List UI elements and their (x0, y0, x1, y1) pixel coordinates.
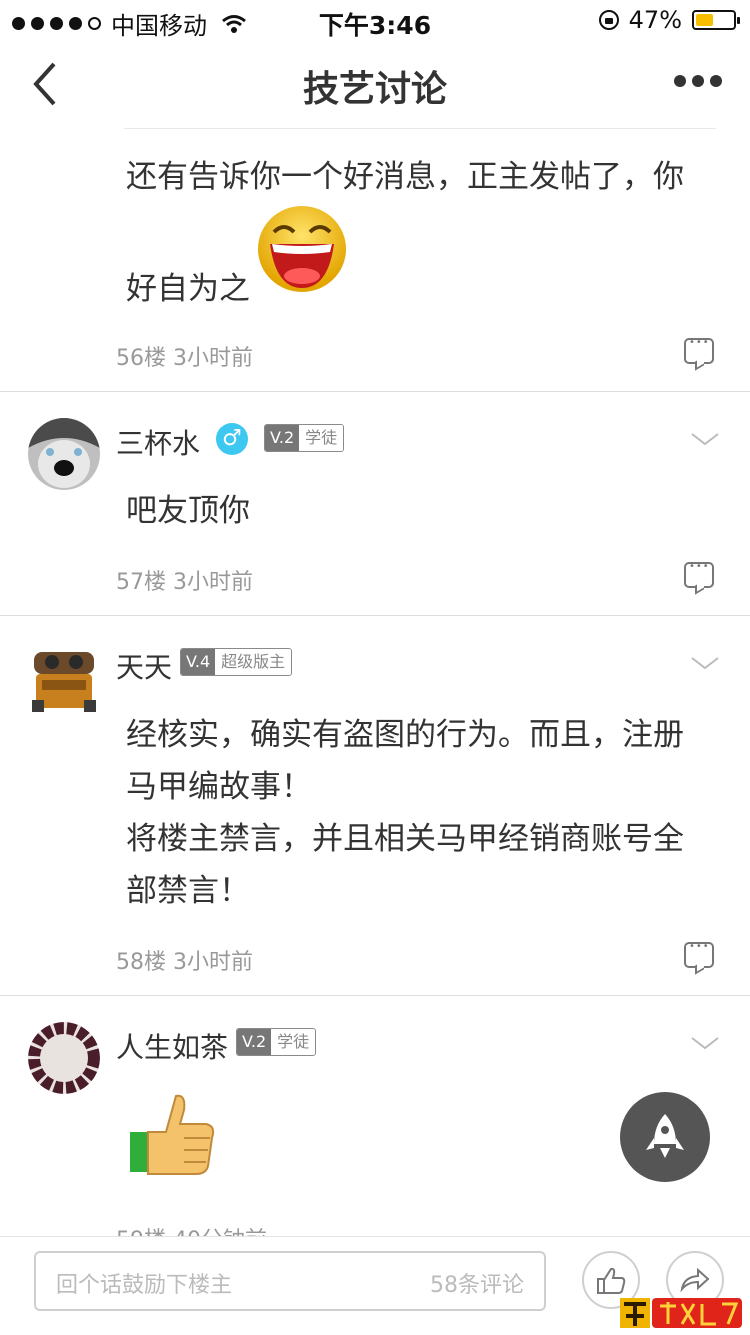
level-badge: V.4 超级版主 (180, 648, 293, 676)
comment-count[interactable]: 58条评论 (430, 1267, 524, 1299)
status-right: 47% (598, 6, 740, 34)
post-meta: 59楼 40分钟前 (116, 1222, 267, 1236)
more-dot (710, 75, 722, 87)
more-dot (674, 75, 686, 87)
level-label: V.2 (237, 1029, 272, 1055)
back-to-top-button[interactable] (620, 1092, 710, 1182)
status-bar: 中国移动 下午3:46 47% (0, 0, 750, 40)
level-badge: V.2 学徒 (236, 1028, 317, 1056)
post-divider (0, 391, 750, 392)
quote-divider (124, 128, 716, 129)
post-meta: 58楼 3小时前 (116, 950, 253, 975)
battery-icon (692, 10, 740, 30)
post-divider (0, 615, 750, 616)
more-button[interactable] (674, 66, 730, 96)
page-title: 技艺讨论 (302, 69, 447, 110)
rank-label: 学徒 (299, 425, 344, 451)
chevron-down-icon[interactable] (690, 424, 720, 454)
chevron-down-icon[interactable] (690, 648, 720, 678)
post-meta: 56楼 3小时前 (116, 346, 253, 371)
post-text: 经核实，确实有盗图的行为。而且，注册 (126, 717, 684, 753)
thumbs-up-emoji (130, 1094, 215, 1175)
post-meta: 57楼 3小时前 (116, 570, 253, 595)
reply-comment-icon[interactable] (684, 941, 714, 968)
rocket-icon (646, 1114, 684, 1158)
avatar[interactable] (28, 418, 100, 490)
post-text: 部禁言！ (126, 873, 250, 909)
rank-label: 学徒 (271, 1029, 316, 1055)
bead-bracelet-avatar-image (28, 1022, 100, 1094)
avatar[interactable] (28, 1022, 100, 1094)
reply-comment-icon[interactable] (684, 337, 714, 364)
level-badge: V.2 学徒 (264, 424, 345, 452)
post-text: 将楼主禁言，并且相关马甲经销商账号全 (126, 821, 684, 857)
rotation-lock-icon (598, 10, 619, 30)
post-text: 吧友顶你 (126, 493, 250, 529)
laughing-face-emoji (258, 206, 346, 292)
post-text: 马甲编故事！ (126, 769, 312, 805)
navigation-bar: 技艺讨论 (0, 40, 750, 128)
reply-input[interactable]: 回个话鼓励下楼主 58条评论 (34, 1251, 546, 1311)
post-text: 好自为之 (126, 271, 250, 307)
watermark-logo (620, 1298, 742, 1328)
avatar[interactable] (28, 642, 100, 714)
robot-avatar-image (28, 642, 100, 714)
rank-label: 超级版主 (215, 649, 292, 675)
username[interactable]: 三杯水 (116, 422, 200, 462)
username[interactable]: 人生如茶 (116, 1026, 228, 1066)
chevron-down-icon[interactable] (690, 1028, 720, 1058)
post-divider (0, 995, 750, 996)
battery-percent: 47% (628, 6, 682, 34)
more-dot (692, 75, 704, 87)
reply-placeholder: 回个话鼓励下楼主 (56, 1273, 233, 1298)
male-gender-icon: ♂ (216, 423, 248, 455)
reply-comment-icon[interactable] (684, 561, 714, 588)
username[interactable]: 天天 (116, 646, 172, 686)
level-label: V.2 (265, 425, 300, 451)
level-label: V.4 (181, 649, 216, 675)
post-text: 还有告诉你一个好消息，正主发帖了，你 (126, 159, 684, 195)
husky-avatar-image (28, 418, 100, 490)
